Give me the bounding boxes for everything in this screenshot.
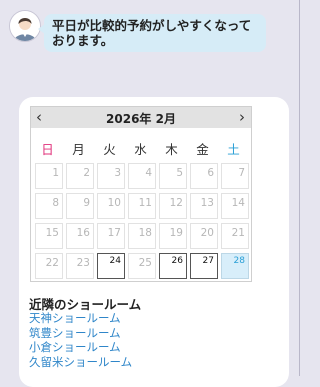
day-number: 27	[202, 256, 214, 266]
weekday-label: 月	[72, 142, 85, 157]
day-number: 15	[45, 227, 59, 239]
calendar-day: 1	[35, 163, 63, 189]
day-number: 18	[138, 227, 152, 239]
weekday-label: 日	[41, 142, 54, 157]
calendar-day: 22	[35, 253, 63, 279]
calendar-day: 2	[66, 163, 94, 189]
calendar-day: 12	[159, 193, 187, 219]
day-number: 17	[107, 227, 121, 239]
day-number: 28	[233, 256, 245, 266]
calendar-day: 21	[221, 223, 249, 249]
calendar-header: ‹ 2026年 2月 ›	[31, 107, 251, 128]
calendar-day: 3	[97, 163, 125, 189]
calendar-day: 8	[35, 193, 63, 219]
message-text: 平日が比較的予約がしやすくなっております。	[52, 18, 252, 48]
weekday-label: 木	[165, 142, 178, 157]
advisor-avatar-icon	[9, 10, 41, 42]
day-number: 26	[171, 256, 183, 266]
calendar-day: 6	[190, 163, 218, 189]
day-number: 11	[138, 197, 152, 209]
calendar-day: 13	[190, 193, 218, 219]
day-number: 23	[76, 257, 90, 269]
calendar-day: 19	[159, 223, 187, 249]
calendar-day: 14	[221, 193, 249, 219]
day-number: 2	[83, 167, 90, 179]
calendar-day: 5	[159, 163, 187, 189]
calendar-day: 25	[128, 253, 156, 279]
calendar-day: 23	[66, 253, 94, 279]
day-number: 13	[200, 197, 214, 209]
day-number: 5	[176, 167, 183, 179]
day-number: 22	[45, 257, 59, 269]
month-label: 2026年 2月	[106, 112, 176, 126]
calendar-day: 9	[66, 193, 94, 219]
message-bubble: 平日が比較的予約がしやすくなっております。	[38, 14, 266, 52]
calendar-day: 16	[66, 223, 94, 249]
day-number: 20	[200, 227, 214, 239]
weekday-label: 水	[134, 142, 147, 157]
weekday-label: 土	[227, 142, 240, 157]
calendar-day: 18	[128, 223, 156, 249]
calendar-day: 7	[221, 163, 249, 189]
day-number: 1	[52, 167, 59, 179]
day-number: 12	[169, 197, 183, 209]
day-number: 10	[107, 197, 121, 209]
day-number: 16	[76, 227, 90, 239]
calendar-day[interactable]: 27	[190, 253, 218, 279]
day-number: 4	[145, 167, 152, 179]
day-number: 14	[231, 197, 245, 209]
calendar-day: 17	[97, 223, 125, 249]
day-number: 8	[52, 197, 59, 209]
calendar-day: 20	[190, 223, 218, 249]
calendar-day: 4	[128, 163, 156, 189]
day-number: 7	[238, 167, 245, 179]
weekday-label: 金	[196, 142, 209, 157]
calendar-day: 15	[35, 223, 63, 249]
day-number: 6	[207, 167, 214, 179]
calendar-day: 10	[97, 193, 125, 219]
showroom-link[interactable]: 久留米ショールーム	[29, 354, 132, 370]
day-number: 19	[169, 227, 183, 239]
calendar-day: 11	[128, 193, 156, 219]
day-number: 3	[114, 167, 121, 179]
calendar-day-selected[interactable]: 28	[221, 253, 249, 279]
weekday-label: 火	[103, 142, 116, 157]
calendar-day[interactable]: 24	[97, 253, 125, 279]
next-month-icon[interactable]: ›	[239, 108, 245, 126]
day-number: 21	[231, 227, 245, 239]
calendar: ‹ 2026年 2月 › 日月火水木金土 1 2 3 4 5 6 7 8 9 10 11 12 13 14…	[30, 106, 252, 282]
day-number: 25	[138, 257, 152, 269]
day-number: 24	[109, 256, 121, 266]
day-number: 9	[83, 197, 90, 209]
calendar-day[interactable]: 26	[159, 253, 187, 279]
